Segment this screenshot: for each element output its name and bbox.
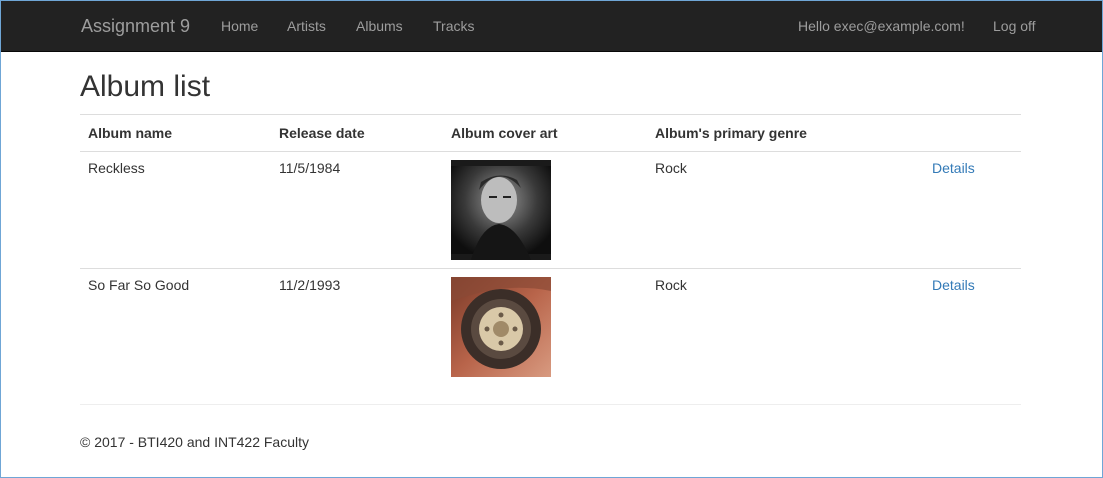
genre-cell: Rock [655,160,687,176]
cover-art-cell [443,152,647,269]
footer-divider [80,404,1021,405]
table-row: So Far So Good 11/2/1993 Rock Details [80,268,1021,385]
page-title: Album list [80,70,211,103]
logoff-link[interactable]: Log off [993,18,1036,34]
header-album-name: Album name [80,114,271,152]
album-name-cell: Reckless [88,160,145,176]
details-link[interactable]: Details [932,277,975,293]
release-date-cell: 11/2/1993 [271,268,443,385]
nav-artists[interactable]: Artists [287,18,326,34]
release-date-cell: 11/5/1984 [279,160,341,176]
album-table: Album name Release date Album cover art … [80,114,1021,385]
header-cover-art: Album cover art [443,114,647,152]
header-genre: Album's primary genre [647,114,924,152]
details-link[interactable]: Details [932,160,975,176]
table-header-row: Album name Release date Album cover art … [80,114,1021,152]
header-release-date: Release date [271,114,443,152]
footer-text: © 2017 - BTI420 and INT422 Faculty [80,434,309,450]
details-cell: Details [924,268,1021,385]
top-navbar: Assignment 9 Home Artists Albums Tracks … [1,1,1102,52]
nav-albums[interactable]: Albums [356,18,403,34]
details-cell: Details [924,152,1021,269]
album-name-cell: So Far So Good [80,268,271,385]
genre-cell: Rock [647,268,924,385]
so-far-so-good-cover-art [451,277,551,377]
table-row: Reckless 11/5/1984 Rock Details [80,152,1021,269]
header-actions [924,114,1021,152]
nav-home[interactable]: Home [221,18,258,34]
cover-art-cell [443,268,647,385]
user-greeting-link[interactable]: Hello exec@example.com! [798,18,965,34]
nav-tracks[interactable]: Tracks [433,18,474,34]
reckless-cover-art [451,160,551,260]
brand-link[interactable]: Assignment 9 [81,16,190,37]
